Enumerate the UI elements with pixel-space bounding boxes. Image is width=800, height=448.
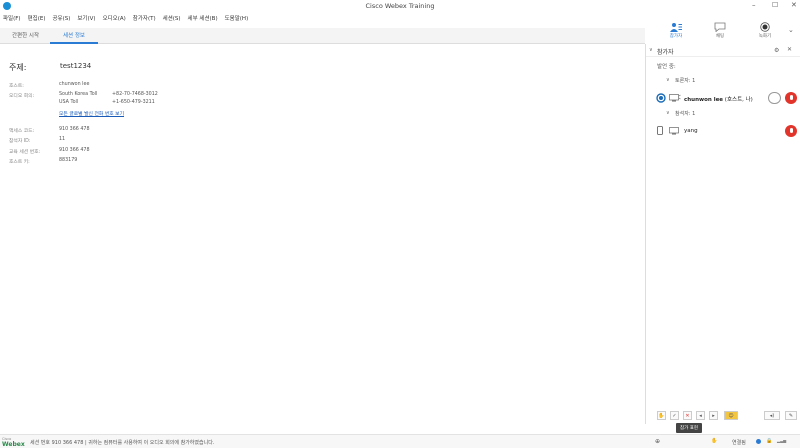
panelists-group-label: 토론자: 1	[675, 78, 696, 84]
host-key-value: 883179	[59, 158, 78, 163]
audio-row-name: USA Toll	[59, 100, 79, 105]
host-label: 호스트:	[9, 84, 24, 89]
host-value: chunwon lee	[59, 82, 90, 87]
lock-icon: 🔒	[766, 438, 773, 444]
tooltip: 참가 표현	[676, 423, 702, 433]
participants-panel-title: 참가자	[657, 49, 674, 56]
close-icon[interactable]: ✕	[787, 46, 792, 53]
check-icon[interactable]: ✓	[670, 411, 679, 420]
emoticon-icon[interactable]: ☺	[724, 411, 738, 420]
menu-file[interactable]: 파일(F)	[3, 14, 21, 22]
chat-panel-label: 채팅	[715, 34, 725, 39]
chat-icon	[714, 22, 726, 32]
participants-panel-label: 참가자	[669, 34, 683, 39]
raise-hand-status-icon: ✋	[711, 438, 718, 444]
faster-icon[interactable]: ▸	[709, 411, 718, 420]
session-number-value: 910 366 478	[59, 148, 90, 153]
menu-edit[interactable]: 편집(E)	[28, 14, 46, 22]
tab-session-info[interactable]: 세션 정보	[50, 31, 98, 44]
status-text: 세션 번호 910 366 478 | 귀하는 컴퓨터를 사용하여 이 오디오 …	[30, 440, 215, 446]
audio-row-name: South Korea Toll	[59, 92, 98, 97]
host-key-label: 호스트 키:	[9, 160, 30, 165]
panel-switcher: 참가자 채팅 녹화기 ⌄	[645, 20, 800, 44]
mic-muted-icon[interactable]	[785, 125, 797, 137]
participant-row[interactable]: yang	[646, 122, 800, 140]
access-code-label: 액세스 코드:	[9, 129, 35, 134]
x-icon[interactable]: ✕	[683, 411, 692, 420]
participant-row[interactable]: chunwon lee (호스트, 나)	[646, 89, 800, 107]
attendees-group-label: 참석자: 1	[675, 111, 696, 117]
access-code-value: 910 366 478	[59, 127, 90, 132]
connection-status: 연결됨	[732, 440, 746, 446]
subject-label: 주제:	[9, 63, 27, 72]
signal-icon: ▂▃▅	[777, 438, 787, 443]
gear-icon[interactable]: ⚙	[774, 47, 779, 54]
raise-hand-icon[interactable]: ✋	[657, 411, 666, 420]
status-bar: Cisco Webex 세션 번호 910 366 478 | 귀하는 컴퓨터를 …	[0, 434, 800, 448]
participant-name: chunwon lee (호스트, 나)	[684, 97, 753, 103]
subject-value: test1234	[60, 62, 92, 70]
menu-participant[interactable]: 참가자(T)	[133, 14, 156, 22]
chevron-down-icon[interactable]: ∨	[666, 110, 670, 116]
recorder-panel-label: 녹화기	[758, 34, 772, 39]
participants-icon	[670, 23, 682, 32]
host-status-icon	[656, 93, 666, 103]
network-icon[interactable]: ⊕	[655, 438, 660, 445]
attendee-id-label: 참석자 ID:	[9, 139, 31, 144]
audio-row-number: +1-650-479-3211	[112, 100, 155, 105]
maximize-icon[interactable]: ☐	[772, 1, 778, 9]
attendee-id-value: 11	[59, 137, 66, 142]
participants-panel-button[interactable]: 참가자	[661, 22, 691, 39]
menu-bar: 파일(F) 편집(E) 공유(S) 보기(V) 오디오(A) 참가자(T) 세션…	[0, 12, 640, 23]
menu-view[interactable]: 보기(V)	[77, 14, 95, 22]
menu-help[interactable]: 도움말(H)	[225, 14, 249, 22]
audio-row-number: +82-70-7468-3012	[112, 92, 158, 97]
title-bar: Cisco Webex Training – ☐ ✕	[0, 0, 800, 12]
window-title: Cisco Webex Training	[365, 2, 435, 10]
video-camera-icon[interactable]	[768, 92, 781, 104]
speaking-label: 발언 중:	[657, 64, 676, 70]
speaker-icon[interactable]: ◂)	[764, 411, 780, 420]
webex-logo: Cisco Webex	[2, 437, 25, 448]
global-numbers-link[interactable]: 모든 글로벌 발신 전화 번호 보기	[59, 110, 124, 117]
content-tabs: 간편한 시작 세션 정보	[0, 28, 645, 44]
tab-quick-start[interactable]: 간편한 시작	[12, 31, 39, 44]
audio-label: 오디오 회의:	[9, 94, 35, 99]
computer-audio-icon	[669, 94, 681, 102]
phone-icon	[657, 126, 663, 135]
slower-icon[interactable]: ◂	[696, 411, 705, 420]
session-info-panel: 주제: test1234 호스트: chunwon lee 오디오 회의: So…	[0, 44, 645, 434]
menu-breakout[interactable]: 세부 세션(B)	[188, 14, 218, 22]
participant-name: yang	[684, 128, 698, 134]
chevron-down-icon[interactable]: ∨	[666, 77, 670, 83]
computer-audio-icon	[669, 127, 679, 135]
close-icon[interactable]: ✕	[791, 1, 797, 9]
chevron-down-icon[interactable]: ⌄	[788, 26, 794, 34]
minimize-icon[interactable]: –	[752, 1, 756, 9]
pencil-icon[interactable]: ✎	[785, 411, 797, 420]
participants-panel-header[interactable]: ∨ 참가자 ⚙ ✕	[646, 44, 800, 57]
record-icon	[760, 22, 770, 32]
connection-dot-icon	[756, 439, 761, 444]
recorder-panel-button[interactable]: 녹화기	[750, 22, 780, 39]
participants-panel: ∨ 참가자 ⚙ ✕ 발언 중: ∨ 토론자: 1 chunwon lee (호스…	[645, 44, 800, 424]
menu-share[interactable]: 공유(S)	[52, 14, 70, 22]
chat-panel-button[interactable]: 채팅	[705, 22, 735, 39]
feedback-toolbar: ✋ ✓ ✕ ◂ ▸ ☺ ◂) ✎	[652, 410, 800, 424]
mic-muted-icon[interactable]	[785, 92, 797, 104]
menu-audio[interactable]: 오디오(A)	[103, 14, 126, 22]
chevron-down-icon: ∨	[649, 47, 653, 53]
menu-session[interactable]: 세션(S)	[163, 14, 181, 22]
session-number-label: 교육 세션 번호:	[9, 150, 41, 155]
